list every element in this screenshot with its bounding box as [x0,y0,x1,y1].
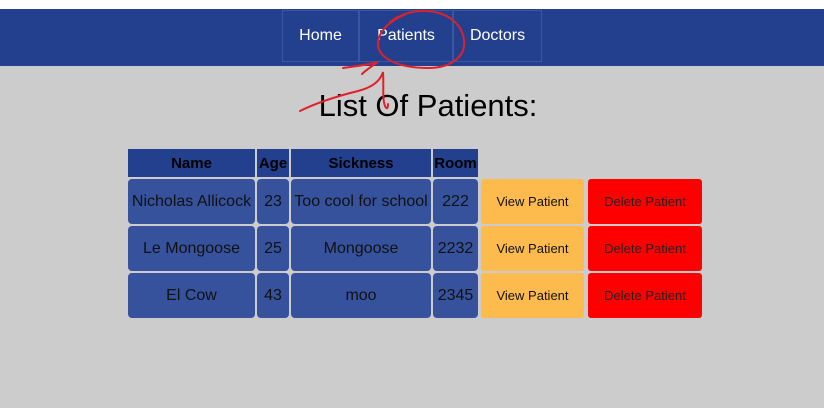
nav-doctors-link[interactable]: Doctors [453,10,542,62]
delete-patient-button[interactable]: Delete Patient [588,273,702,318]
action-cell: View Patient [480,179,585,224]
delete-patient-button[interactable]: Delete Patient [588,226,702,271]
cell-room: 2232 [433,226,478,271]
action-cell: Delete Patient [587,273,703,318]
view-patient-button[interactable]: View Patient [481,273,584,318]
action-cell: Delete Patient [587,179,703,224]
nav-doctors-label: Doctors [469,27,526,44]
nav-patients-label: Patients [377,27,435,44]
cell-sickness: Too cool for school [291,179,431,224]
main-content: List Of Patients: Name Age Sickness Room… [0,66,824,408]
action-cell: View Patient [480,226,585,271]
cell-name: El Cow [128,273,255,318]
header-name: Name [128,149,255,177]
delete-patient-button[interactable]: Delete Patient [588,179,702,224]
cell-age: 23 [257,179,289,224]
header-sickness: Sickness [291,149,431,177]
action-cell: Delete Patient [587,226,703,271]
cell-age: 43 [257,273,289,318]
header-room: Room [433,149,478,177]
header-age: Age [257,149,289,177]
table-row: Nicholas Allicock 23 Too cool for school… [128,179,703,224]
cell-room: 222 [433,179,478,224]
cell-sickness: Mongoose [291,226,431,271]
action-cell: View Patient [480,273,585,318]
patients-table: Name Age Sickness Room Nicholas Allicock… [126,147,705,320]
view-patient-button[interactable]: View Patient [481,179,584,224]
nav-list: Home Patients Doctors [282,9,542,66]
nav-home-link[interactable]: Home [282,10,359,62]
table-header-row: Name Age Sickness Room [128,149,703,177]
cell-age: 25 [257,226,289,271]
view-patient-button[interactable]: View Patient [481,226,584,271]
cell-sickness: moo [291,273,431,318]
table-row: Le Mongoose 25 Mongoose 2232 View Patien… [128,226,703,271]
cell-name: Le Mongoose [128,226,255,271]
cell-room: 2345 [433,273,478,318]
nav-home-label: Home [299,27,342,44]
top-navbar: Home Patients Doctors [0,9,824,66]
table-row: El Cow 43 moo 2345 View Patient Delete P… [128,273,703,318]
page-title: List Of Patients: [318,88,538,123]
nav-patients-link[interactable]: Patients [359,10,453,62]
cell-name: Nicholas Allicock [128,179,255,224]
